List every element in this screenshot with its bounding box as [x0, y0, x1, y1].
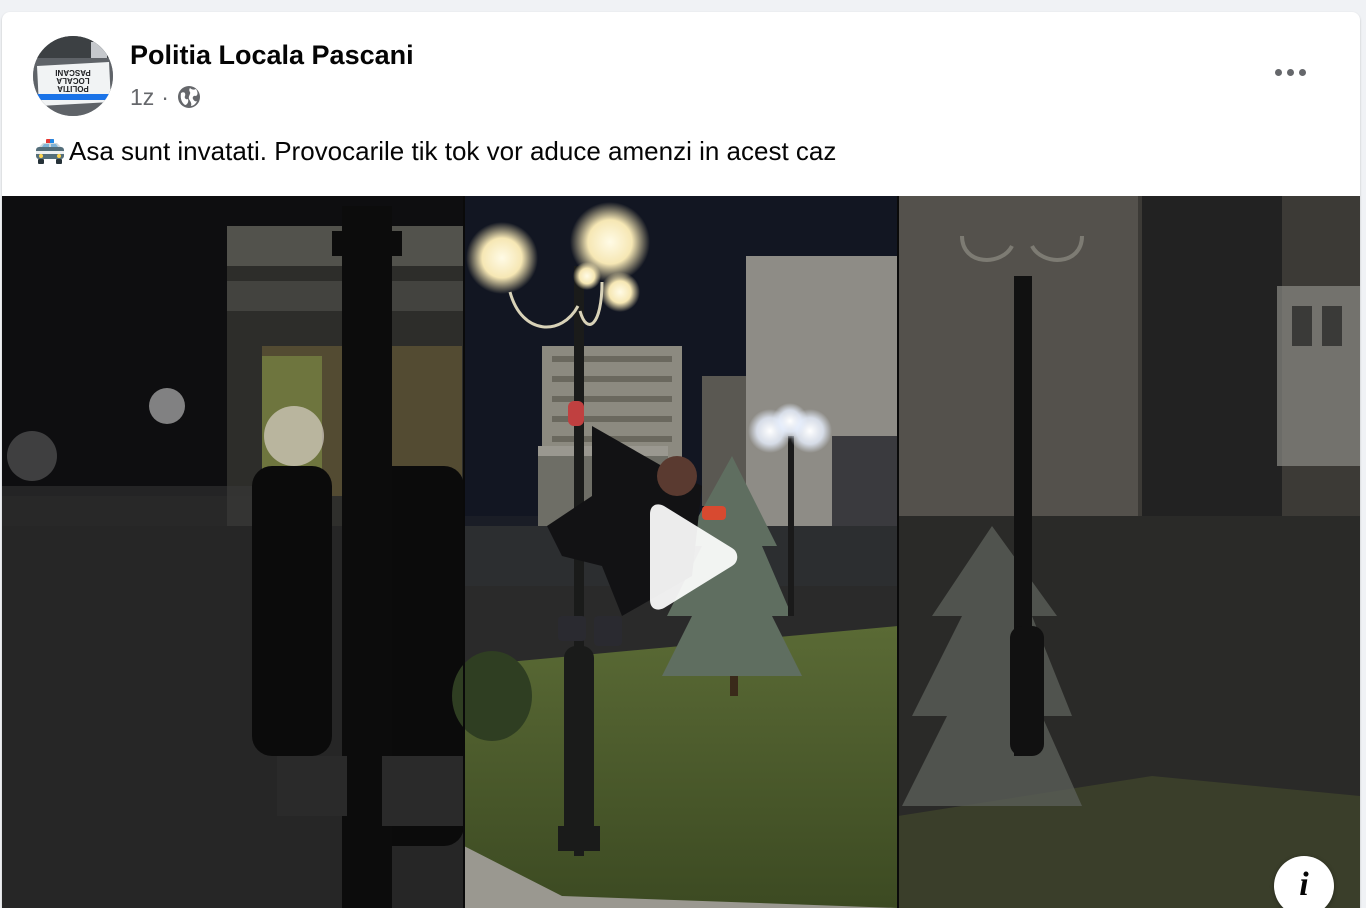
info-label: i — [1299, 866, 1309, 903]
post-message: Asa sunt invatati. Provocarile tik tok v… — [33, 136, 836, 167]
post-card: POLITIA LOCALA PASCANI Politia Locala Pa… — [2, 12, 1360, 908]
page-name-link[interactable]: Politia Locala Pascani — [130, 40, 414, 71]
video-player[interactable]: i — [2, 196, 1360, 908]
more-dot — [1286, 68, 1294, 76]
play-icon[interactable] — [636, 502, 746, 612]
post-timestamp[interactable]: 1z — [130, 84, 154, 111]
police-car-emoji-icon — [33, 137, 67, 167]
more-options-icon[interactable] — [1268, 54, 1312, 90]
globe-icon[interactable] — [176, 84, 202, 110]
avatar-text-3: PASCANI — [55, 68, 90, 77]
avatar-image: POLITIA LOCALA PASCANI — [33, 36, 113, 116]
post-meta: 1z · — [130, 82, 202, 112]
meta-separator: · — [161, 83, 169, 110]
more-dot — [1298, 68, 1306, 76]
post-header: POLITIA LOCALA PASCANI Politia Locala Pa… — [2, 12, 1360, 122]
info-icon[interactable]: i — [1274, 856, 1334, 908]
post-message-text: Asa sunt invatati. Provocarile tik tok v… — [69, 136, 837, 166]
more-dot — [1274, 68, 1282, 76]
page-avatar[interactable]: POLITIA LOCALA PASCANI — [33, 36, 113, 116]
